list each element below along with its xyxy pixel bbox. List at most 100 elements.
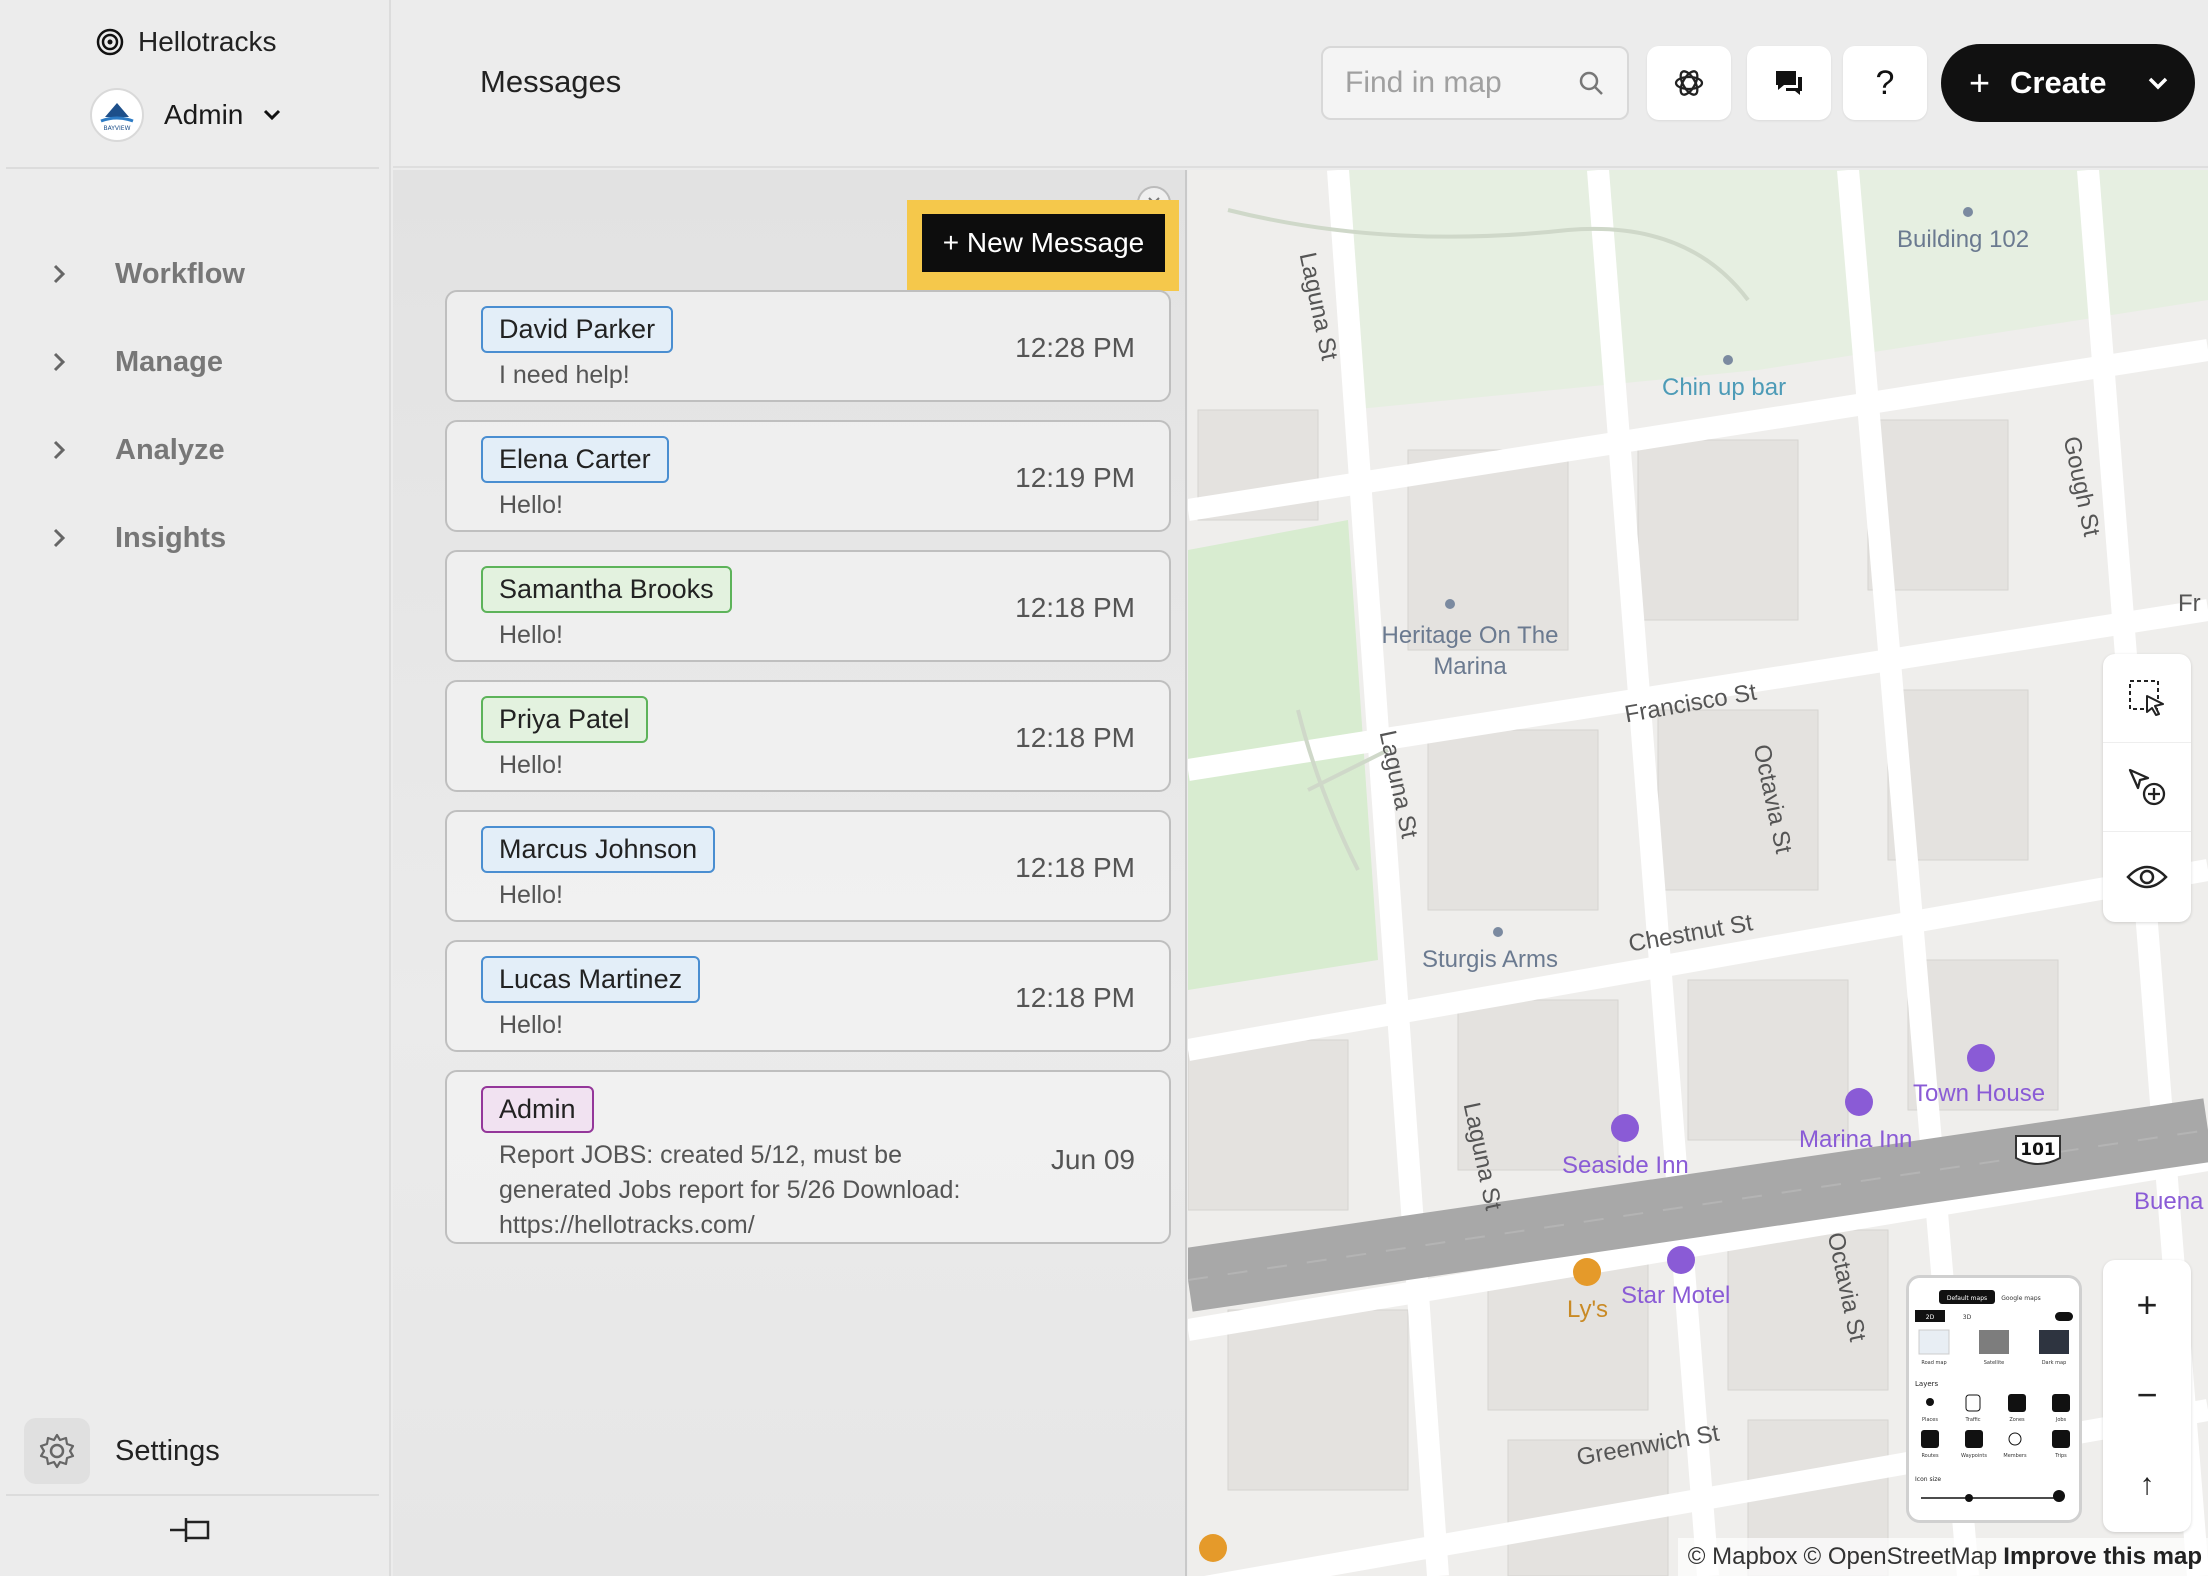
zoom-out-button[interactable]: − (2103, 1350, 2191, 1440)
place-label: Sturgis Arms (1422, 946, 1559, 973)
poi-label: Star Motel (1621, 1282, 1731, 1309)
svg-text:Road map: Road map (1921, 1360, 1946, 1366)
improve-map-link[interactable]: Improve this map (2003, 1543, 2202, 1571)
chevron-right-icon (44, 439, 74, 461)
messages-panel: + New Message David Parker I need help! … (393, 170, 1187, 1576)
chevron-right-icon (44, 263, 74, 285)
sidebar-item-label: Workflow (115, 257, 245, 290)
sidebar-nav: Workflow Manage Analyze Insights (0, 230, 380, 582)
sender-name: Samantha Brooks (481, 566, 732, 613)
cursor-add-icon (2128, 768, 2166, 806)
sidebar-divider (6, 1494, 379, 1496)
sidebar-item-label: Analyze (115, 433, 225, 466)
search-input[interactable] (1345, 66, 1577, 100)
svg-text:Members: Members (2003, 1453, 2027, 1459)
sender-name: David Parker (481, 306, 674, 353)
selection-cursor-icon (2129, 680, 2164, 716)
message-preview: Hello! (499, 1011, 563, 1039)
poi-label: Ly's (1567, 1296, 1609, 1323)
sender-name: Lucas Martinez (481, 956, 701, 1003)
highway-shield: 101 (2015, 1135, 2061, 1165)
message-item[interactable]: Samantha Brooks Hello! 12:18 PM (445, 550, 1171, 662)
svg-text:Zones: Zones (2009, 1417, 2025, 1423)
pin-sidebar-button[interactable] (168, 1510, 212, 1550)
chevron-down-icon[interactable] (2147, 76, 2169, 90)
search-icon (1579, 71, 1603, 95)
visibility-button[interactable] (2103, 832, 2191, 921)
message-time: 12:18 PM (1015, 722, 1135, 753)
map-search[interactable] (1321, 46, 1629, 120)
svg-text:101: 101 (2020, 1140, 2056, 1160)
sidebar-item-workflow[interactable]: Workflow (0, 230, 380, 318)
poi-label: Buena (2134, 1188, 2204, 1215)
message-preview: I need help! (499, 361, 630, 389)
message-preview: Hello! (499, 881, 563, 909)
map-tools (2103, 654, 2191, 922)
message-time: 12:19 PM (1015, 462, 1135, 493)
message-item[interactable]: Elena Carter Hello! 12:19 PM (445, 420, 1171, 532)
sender-name: Marcus Johnson (481, 826, 716, 873)
map-view[interactable]: 101 Laguna St Laguna St Laguna St Octavi… (1188, 170, 2208, 1576)
plus-icon: + (1969, 62, 1991, 103)
help-button[interactable]: ? (1843, 46, 1927, 120)
sidebar-item-analyze[interactable]: Analyze (0, 406, 380, 494)
svg-text:Dark map: Dark map (2042, 1360, 2067, 1366)
map-style-selector[interactable]: Default maps Google maps 2D 3D Road map … (1906, 1275, 2082, 1523)
map-attribution: © Mapbox © OpenStreetMap Improve this ma… (1677, 1538, 2208, 1576)
message-item[interactable]: Marcus Johnson Hello! 12:18 PM (445, 810, 1171, 922)
place-label: Heritage On The Marina (1381, 622, 1559, 680)
message-item[interactable]: David Parker I need help! 12:28 PM (445, 290, 1171, 402)
message-time: Jun 09 (1050, 1144, 1135, 1175)
poi-label: Seaside Inn (1562, 1152, 1689, 1179)
chevron-down-icon (264, 109, 281, 121)
message-preview: Hello! (499, 491, 563, 519)
chevron-right-icon (44, 527, 74, 549)
settings-button[interactable]: Settings (24, 1418, 220, 1484)
area-select-button[interactable] (2103, 654, 2191, 743)
poi-label: Marina Inn (1799, 1126, 1913, 1153)
new-message-button[interactable]: + New Message (922, 214, 1165, 272)
svg-text:Traffic: Traffic (1964, 1417, 1980, 1423)
create-button[interactable]: + Create (1941, 44, 2195, 122)
zoom-controls: + − ↑ (2103, 1260, 2191, 1532)
mapbox-attribution-link[interactable]: © Mapbox (1688, 1543, 1798, 1571)
svg-text:Trips: Trips (2054, 1453, 2067, 1459)
svg-text:Waypoints: Waypoints (1961, 1453, 1987, 1459)
ai-assistant-button[interactable] (1647, 46, 1731, 120)
top-header: Messages ? + Create (393, 0, 2208, 168)
account-name: Admin (164, 99, 244, 130)
message-list: David Parker I need help! 12:28 PM Elena… (445, 290, 1171, 1262)
page-title: Messages (480, 64, 622, 99)
zoom-in-button[interactable]: + (2103, 1260, 2191, 1350)
svg-text:2D: 2D (1926, 1314, 1935, 1321)
pin-icon (170, 1518, 210, 1542)
svg-text:Google maps: Google maps (2001, 1295, 2041, 1302)
reset-north-button[interactable]: ↑ (2103, 1440, 2191, 1530)
place-label: Building 102 (1897, 226, 2030, 253)
hellotracks-logo-icon (96, 28, 124, 56)
ai-assistant-icon (1674, 70, 1704, 96)
svg-text:BAYVIEW: BAYVIEW (103, 125, 130, 132)
create-label: Create (2010, 65, 2107, 100)
messages-button[interactable] (1747, 46, 1831, 120)
message-time: 12:18 PM (1015, 592, 1135, 623)
message-time: 12:28 PM (1015, 332, 1135, 363)
message-item[interactable]: Admin Report JOBS: created 5/12, must be… (445, 1070, 1171, 1244)
place-label: Chin up bar (1662, 374, 1787, 401)
message-preview: Hello! (499, 751, 563, 779)
chat-bubbles-icon (1776, 71, 1802, 95)
message-item[interactable]: Lucas Martinez Hello! 12:18 PM (445, 940, 1171, 1052)
message-item[interactable]: Priya Patel Hello! 12:18 PM (445, 680, 1171, 792)
osm-attribution-link[interactable]: © OpenStreetMap (1804, 1543, 1998, 1571)
sidebar-item-insights[interactable]: Insights (0, 494, 380, 582)
question-mark-icon: ? (1875, 63, 1895, 102)
add-place-button[interactable] (2103, 743, 2191, 832)
avatar: BAYVIEW (90, 88, 144, 142)
sidebar: Hellotracks BAYVIEW Admin Workflow Manag… (0, 0, 391, 1576)
brand[interactable]: Hellotracks (96, 26, 276, 58)
bayview-logo-icon: BAYVIEW (100, 103, 134, 132)
sidebar-item-manage[interactable]: Manage (0, 318, 380, 406)
svg-text:Icon size: Icon size (1915, 1476, 1941, 1483)
svg-text:Default maps: Default maps (1947, 1295, 1987, 1302)
account-switcher[interactable]: BAYVIEW Admin (90, 88, 281, 142)
